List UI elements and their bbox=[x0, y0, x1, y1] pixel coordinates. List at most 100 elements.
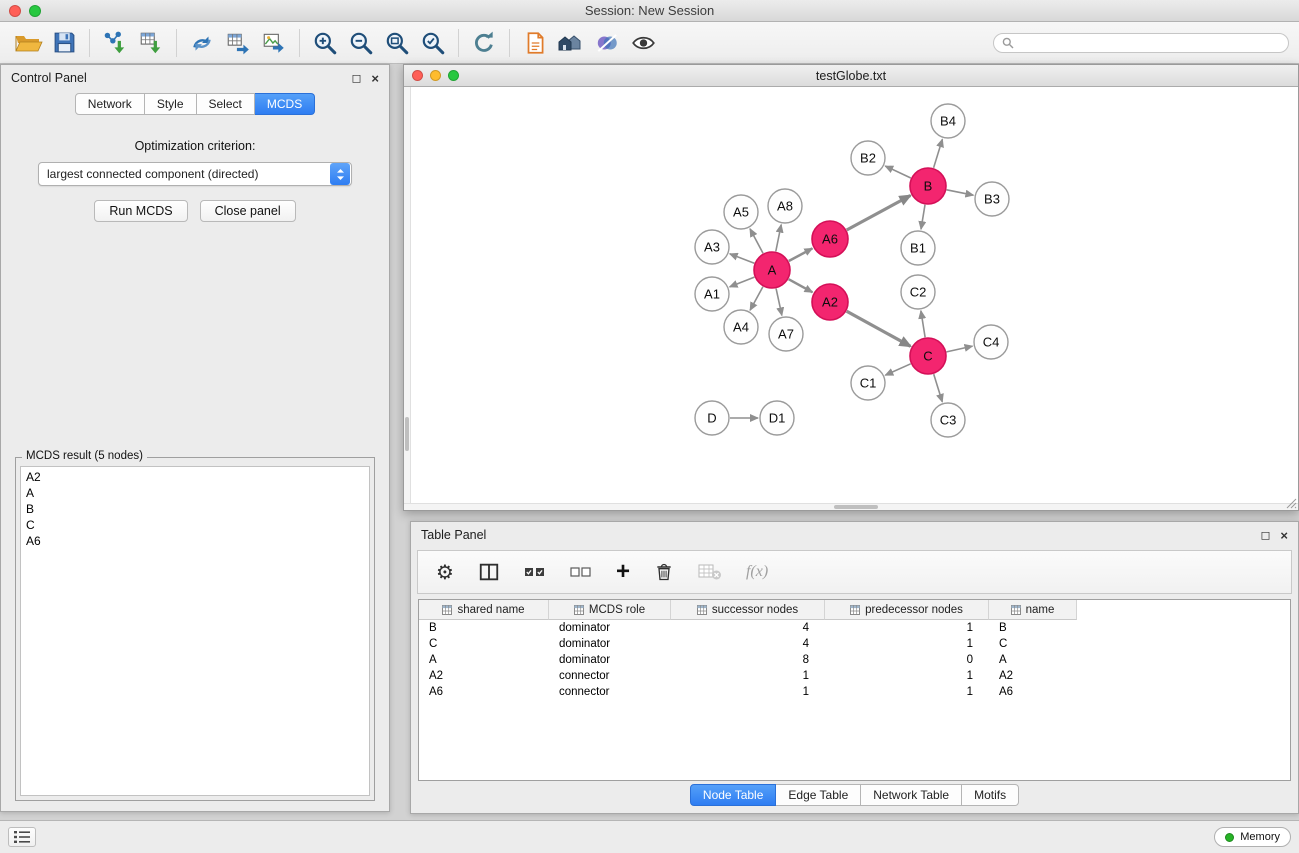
edge-B-B4[interactable] bbox=[934, 139, 943, 168]
table-row[interactable]: Cdominator41C bbox=[419, 636, 1290, 652]
graph-node-A4[interactable]: A4 bbox=[724, 310, 758, 344]
graph-node-D[interactable]: D bbox=[695, 401, 729, 435]
graph-node-A[interactable]: A bbox=[754, 252, 790, 288]
mcds-result-item[interactable]: A2 bbox=[21, 469, 369, 485]
table-row[interactable]: A2connector11A2 bbox=[419, 668, 1290, 684]
close-panel-icon[interactable]: × bbox=[1280, 529, 1288, 542]
network-zoom-button[interactable] bbox=[448, 70, 459, 81]
graph-node-B1[interactable]: B1 bbox=[901, 231, 935, 265]
edge-A-A2[interactable] bbox=[789, 279, 813, 292]
memory-button[interactable]: Memory bbox=[1214, 827, 1291, 847]
zoom-out-button[interactable] bbox=[343, 26, 379, 60]
graph-node-D1[interactable]: D1 bbox=[760, 401, 794, 435]
mcds-result-item[interactable]: A bbox=[21, 485, 369, 501]
save-session-button[interactable] bbox=[46, 26, 82, 60]
graph-node-C3[interactable]: C3 bbox=[931, 403, 965, 437]
run-mcds-button[interactable]: Run MCDS bbox=[94, 200, 187, 222]
close-panel-button[interactable]: Close panel bbox=[200, 200, 296, 222]
graph-node-A6[interactable]: A6 bbox=[812, 221, 848, 257]
network-document-button[interactable] bbox=[517, 26, 553, 60]
table-tab-node-table[interactable]: Node Table bbox=[690, 784, 777, 806]
select-all-button[interactable] bbox=[524, 565, 546, 579]
graph-node-A7[interactable]: A7 bbox=[769, 317, 803, 351]
edge-A-A1[interactable] bbox=[730, 277, 755, 287]
graph-node-C[interactable]: C bbox=[910, 338, 946, 374]
edge-A2-C[interactable] bbox=[847, 311, 911, 346]
delete-table-button[interactable] bbox=[698, 563, 722, 581]
table-tab-motifs[interactable]: Motifs bbox=[962, 784, 1019, 806]
graph-node-A2[interactable]: A2 bbox=[812, 284, 848, 320]
network-vertical-scrollbar[interactable] bbox=[404, 87, 411, 510]
criterion-dropdown[interactable]: largest connected component (directed) bbox=[38, 162, 352, 186]
search-input[interactable] bbox=[1019, 36, 1280, 50]
graph-node-C1[interactable]: C1 bbox=[851, 366, 885, 400]
graph-node-B[interactable]: B bbox=[910, 168, 946, 204]
network-close-button[interactable] bbox=[412, 70, 423, 81]
edge-A-A3[interactable] bbox=[730, 254, 755, 263]
show-columns-button[interactable] bbox=[478, 561, 500, 583]
graph-node-A5[interactable]: A5 bbox=[724, 195, 758, 229]
network-horizontal-scrollbar[interactable] bbox=[404, 503, 1298, 510]
edge-C-C1[interactable] bbox=[885, 364, 910, 375]
import-network-button[interactable] bbox=[97, 26, 133, 60]
edge-C-C4[interactable] bbox=[947, 346, 973, 352]
close-window-button[interactable] bbox=[9, 5, 21, 17]
export-network-button[interactable] bbox=[184, 26, 220, 60]
scrollbar-thumb[interactable] bbox=[405, 417, 409, 451]
edge-B-B1[interactable] bbox=[921, 205, 925, 229]
table-tab-edge-table[interactable]: Edge Table bbox=[776, 784, 861, 806]
scrollbar-thumb[interactable] bbox=[834, 505, 878, 509]
resize-grip[interactable] bbox=[1285, 497, 1297, 509]
toolbar-search[interactable] bbox=[993, 33, 1289, 53]
close-panel-icon[interactable]: × bbox=[371, 72, 379, 85]
graph-node-A3[interactable]: A3 bbox=[695, 230, 729, 264]
add-column-button[interactable]: + bbox=[616, 562, 630, 582]
graph-node-A1[interactable]: A1 bbox=[695, 277, 729, 311]
edge-A-A7[interactable] bbox=[776, 289, 782, 316]
graph-node-B2[interactable]: B2 bbox=[851, 141, 885, 175]
graph-node-A8[interactable]: A8 bbox=[768, 189, 802, 223]
mcds-result-item[interactable]: A6 bbox=[21, 533, 369, 549]
table-row[interactable]: A6connector11A6 bbox=[419, 684, 1290, 700]
show-hide-button[interactable] bbox=[625, 26, 661, 60]
table-row[interactable]: Bdominator41B bbox=[419, 620, 1290, 636]
mcds-result-item[interactable]: B bbox=[21, 501, 369, 517]
panel-list-button[interactable] bbox=[8, 827, 36, 847]
home-button[interactable] bbox=[553, 26, 589, 60]
open-session-button[interactable] bbox=[10, 26, 46, 60]
delete-column-button[interactable] bbox=[654, 561, 674, 583]
mcds-result-item[interactable]: C bbox=[21, 517, 369, 533]
graph-node-C2[interactable]: C2 bbox=[901, 275, 935, 309]
table-settings-button[interactable]: ⚙ bbox=[436, 560, 454, 584]
zoom-window-button[interactable] bbox=[29, 5, 41, 17]
column-header-MCDS-role[interactable]: MCDS role bbox=[549, 600, 671, 620]
tab-select[interactable]: Select bbox=[197, 93, 255, 115]
edge-A-A8[interactable] bbox=[776, 225, 781, 252]
network-canvas[interactable]: B4B2BB3A8A5A6A3B1AA1C2A2A4A7C4CC1C3DD1 bbox=[404, 87, 1298, 510]
graph-node-B3[interactable]: B3 bbox=[975, 182, 1009, 216]
column-header-name[interactable]: name bbox=[989, 600, 1077, 620]
mcds-result-list[interactable]: A2ABCA6 bbox=[20, 466, 370, 796]
deselect-all-button[interactable] bbox=[570, 565, 592, 579]
float-panel-icon[interactable]: ◻ bbox=[1260, 529, 1270, 541]
zoom-in-button[interactable] bbox=[307, 26, 343, 60]
export-image-button[interactable] bbox=[256, 26, 292, 60]
float-panel-icon[interactable]: ◻ bbox=[351, 72, 361, 84]
zoom-selected-button[interactable] bbox=[415, 26, 451, 60]
edge-A-A5[interactable] bbox=[750, 229, 763, 253]
edge-A-A4[interactable] bbox=[750, 287, 763, 311]
edge-B-B2[interactable] bbox=[885, 166, 911, 178]
zoom-fit-button[interactable] bbox=[379, 26, 415, 60]
tab-mcds[interactable]: MCDS bbox=[255, 93, 315, 115]
edge-C-C3[interactable] bbox=[934, 374, 943, 402]
export-table-button[interactable] bbox=[220, 26, 256, 60]
refresh-button[interactable] bbox=[466, 26, 502, 60]
column-header-successor-nodes[interactable]: successor nodes bbox=[671, 600, 825, 620]
table-row[interactable]: Adominator80A bbox=[419, 652, 1290, 668]
table-tab-network-table[interactable]: Network Table bbox=[861, 784, 962, 806]
graph-node-C4[interactable]: C4 bbox=[974, 325, 1008, 359]
network-minimize-button[interactable] bbox=[430, 70, 441, 81]
edge-A-A6[interactable] bbox=[789, 248, 813, 261]
edge-C-C2[interactable] bbox=[921, 311, 925, 337]
tab-network[interactable]: Network bbox=[75, 93, 145, 115]
